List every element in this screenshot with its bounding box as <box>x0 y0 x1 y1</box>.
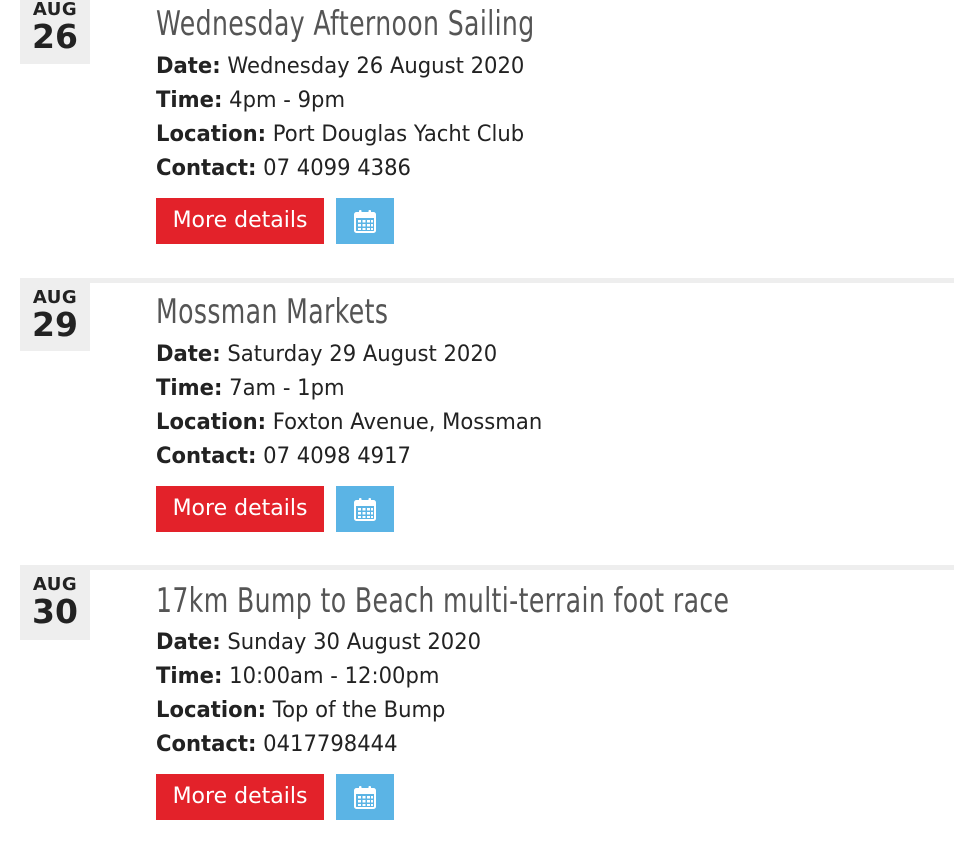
event-contact: Contact: 07 4099 4386 <box>156 154 411 184</box>
event-time-label: Time: <box>156 376 223 401</box>
event-date-label: Date: <box>156 342 221 367</box>
event-location-value: Top of the Bump <box>272 698 446 723</box>
event-date-value: Wednesday 26 August 2020 <box>227 54 525 79</box>
event-date: Date: Wednesday 26 August 2020 <box>156 52 524 82</box>
event-location-label: Location: <box>156 410 267 435</box>
calendar-icon <box>354 498 376 521</box>
event-time-label: Time: <box>156 664 223 689</box>
add-to-calendar-button[interactable] <box>336 486 394 532</box>
event-time-label: Time: <box>156 88 223 113</box>
date-badge-day: 26 <box>32 17 78 56</box>
event-location: Location: Foxton Avenue, Mossman <box>156 408 542 438</box>
event-location-label: Location: <box>156 698 267 723</box>
event-time: Time: 4pm - 9pm <box>156 86 345 116</box>
event-location: Location: Port Douglas Yacht Club <box>156 120 524 150</box>
event-contact-label: Contact: <box>156 444 257 469</box>
event-time-value: 10:00am - 12:00pm <box>229 664 440 689</box>
event-date: Date: Saturday 29 August 2020 <box>156 340 497 370</box>
event-location-value: Foxton Avenue, Mossman <box>272 410 543 435</box>
calendar-icon <box>354 210 376 233</box>
event-location-value: Port Douglas Yacht Club <box>272 122 525 147</box>
add-to-calendar-button[interactable] <box>336 774 394 820</box>
more-details-button[interactable]: More details <box>156 198 324 244</box>
event-item: AUG 26 Wednesday Afternoon Sailing Date:… <box>0 0 954 288</box>
events-list: AUG 26 Wednesday Afternoon Sailing Date:… <box>0 0 954 846</box>
more-details-button[interactable]: More details <box>156 486 324 532</box>
event-title[interactable]: 17km Bump to Beach multi-terrain foot ra… <box>156 581 729 621</box>
event-date-label: Date: <box>156 54 221 79</box>
event-time: Time: 10:00am - 12:00pm <box>156 662 439 692</box>
date-badge: AUG 30 <box>20 570 90 640</box>
event-time-value: 7am - 1pm <box>229 376 345 401</box>
event-date-value: Sunday 30 August 2020 <box>227 630 482 655</box>
event-title[interactable]: Mossman Markets <box>156 292 388 332</box>
date-badge-day: 29 <box>32 305 78 344</box>
date-badge-day: 30 <box>32 592 78 631</box>
event-date-label: Date: <box>156 630 221 655</box>
add-to-calendar-button[interactable] <box>336 198 394 244</box>
event-contact: Contact: 07 4098 4917 <box>156 442 411 472</box>
event-divider <box>20 278 954 283</box>
event-contact: Contact: 0417798444 <box>156 730 398 760</box>
event-contact-value: 07 4098 4917 <box>263 444 411 469</box>
more-details-button[interactable]: More details <box>156 774 324 820</box>
event-item: AUG 29 Mossman Markets Date: Saturday 29… <box>0 278 954 566</box>
event-contact-label: Contact: <box>156 156 257 181</box>
event-time: Time: 7am - 1pm <box>156 374 345 404</box>
event-title[interactable]: Wednesday Afternoon Sailing <box>156 4 535 44</box>
calendar-icon <box>354 786 376 809</box>
date-badge: AUG 26 <box>20 0 90 64</box>
event-location-label: Location: <box>156 122 267 147</box>
event-item: AUG 30 17km Bump to Beach multi-terrain … <box>0 565 954 846</box>
event-date: Date: Sunday 30 August 2020 <box>156 628 481 658</box>
event-time-value: 4pm - 9pm <box>229 88 346 113</box>
date-badge: AUG 29 <box>20 283 90 351</box>
event-location: Location: Top of the Bump <box>156 696 445 726</box>
event-date-value: Saturday 29 August 2020 <box>227 342 498 367</box>
event-contact-value: 0417798444 <box>263 732 398 757</box>
event-contact-label: Contact: <box>156 732 257 757</box>
event-divider <box>20 565 954 570</box>
event-contact-value: 07 4099 4386 <box>263 156 411 181</box>
